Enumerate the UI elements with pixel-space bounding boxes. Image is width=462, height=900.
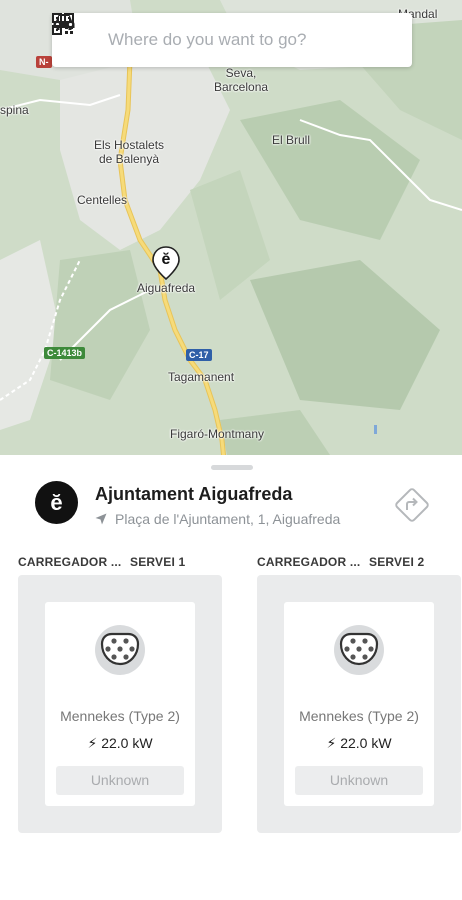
search-bar[interactable]	[52, 13, 412, 67]
bolt-icon: ⚡︎	[87, 735, 98, 751]
power-value: 22.0 kW	[340, 735, 392, 751]
station-logo: ĕ	[35, 481, 78, 524]
plug-type: Mennekes (Type 2)	[60, 708, 180, 724]
station-address: Plaça de l'Ajuntament, 1, Aiguafreda	[95, 511, 340, 527]
station-detail-sheet: ĕ Ajuntament Aiguafreda Plaça de l'Ajunt…	[0, 455, 462, 900]
search-input[interactable]	[108, 30, 358, 50]
app-root: Mandal Seva, Barcelona El Brull Els Host…	[0, 0, 462, 900]
directions-icon	[395, 488, 429, 522]
place-label: Seva, Barcelona	[214, 66, 269, 94]
type2-plug-icon	[334, 625, 384, 675]
charger-card[interactable]: Mennekes (Type 2) ⚡︎ 22.0 kW Unknown	[18, 575, 222, 833]
status-button[interactable]: Unknown	[295, 766, 423, 795]
place-label: Aiguafreda	[137, 281, 196, 295]
charger-header: CARREGADOR ... SERVEI 2	[257, 555, 424, 569]
place-label: spina	[0, 103, 29, 117]
type2-plug-icon	[95, 625, 145, 675]
charger-name: CARREGADOR ...	[257, 555, 361, 569]
place-label: Figaró-Montmany	[170, 427, 265, 441]
charger-header: CARREGADOR ... SERVEI 1	[18, 555, 185, 569]
charger-power: ⚡︎ 22.0 kW	[45, 735, 195, 752]
station-address-text: Plaça de l'Ajuntament, 1, Aiguafreda	[115, 511, 341, 527]
place-label: Tagamanent	[168, 370, 235, 384]
plug-type: Mennekes (Type 2)	[299, 708, 419, 724]
bolt-icon: ⚡︎	[326, 735, 337, 751]
charger-card[interactable]: Mennekes (Type 2) ⚡︎ 22.0 kW Unknown	[257, 575, 461, 833]
directions-button[interactable]	[392, 485, 432, 525]
connector-card[interactable]: Mennekes (Type 2) ⚡︎ 22.0 kW Unknown	[45, 602, 195, 806]
place-label: Els Hostalets de Balenyà	[94, 138, 165, 166]
station-pin-icon[interactable]: ĕ	[151, 246, 181, 280]
charger-power: ⚡︎ 22.0 kW	[284, 735, 434, 752]
status-button[interactable]: Unknown	[56, 766, 184, 795]
charger-name: CARREGADOR ...	[18, 555, 122, 569]
charger-service: SERVEI 2	[369, 555, 425, 569]
road-badge: C-1413b	[44, 347, 86, 359]
navigation-arrow-icon	[95, 513, 107, 525]
charger-service: SERVEI 1	[130, 555, 186, 569]
place-label: Centelles	[77, 193, 128, 207]
place-label: El Brull	[272, 133, 311, 147]
pin-logo-glyph: ĕ	[161, 251, 171, 268]
road-badge: N-	[36, 56, 52, 68]
road-badge: C-17	[186, 349, 212, 361]
connector-card[interactable]: Mennekes (Type 2) ⚡︎ 22.0 kW Unknown	[284, 602, 434, 806]
sheet-drag-handle[interactable]	[211, 465, 253, 470]
map-view[interactable]: Mandal Seva, Barcelona El Brull Els Host…	[0, 0, 462, 470]
power-value: 22.0 kW	[101, 735, 153, 751]
station-name: Ajuntament Aiguafreda	[95, 484, 293, 504]
